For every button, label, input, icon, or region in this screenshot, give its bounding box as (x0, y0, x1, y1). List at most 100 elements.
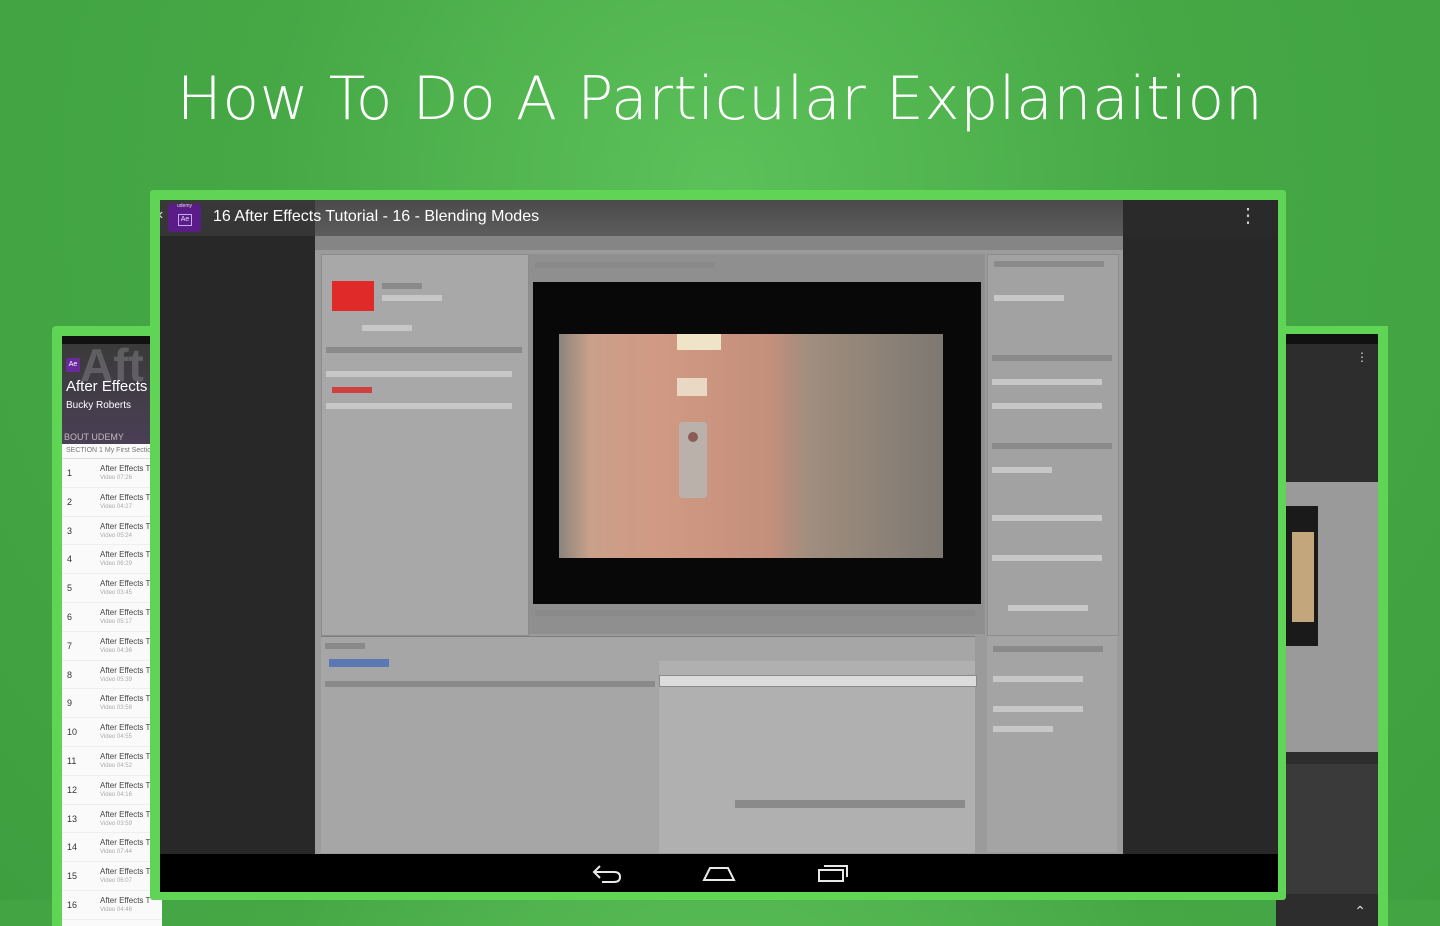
ae-panel-line (362, 325, 412, 331)
lecture-number: 16 (67, 899, 78, 910)
tab-about[interactable]: BOUT UDEMY (64, 432, 124, 442)
lecture-duration: Video 03:45 (100, 590, 132, 597)
lecture-row[interactable]: 4 After Effects T Video 06:29 (62, 545, 162, 575)
ae-timeline-panel (321, 636, 977, 853)
right-device-preview: ⋮ ⌃ (1276, 326, 1388, 926)
lecture-duration: Video 07:26 (100, 475, 132, 481)
lecture-title: After Effects T (100, 492, 151, 502)
ae-solid-thumbnail (332, 281, 374, 311)
lecture-duration: Video 05:24 (100, 532, 132, 539)
lecture-title: After Effects T (100, 723, 151, 733)
lecture-title: After Effects T (100, 521, 151, 531)
ae-panel-line (326, 403, 512, 409)
lecture-number: 6 (67, 611, 73, 622)
lecture-title: After Effects T (100, 694, 151, 704)
lecture-number: 11 (67, 755, 77, 766)
android-nav-bar (160, 854, 1278, 892)
lecture-list: 1 After Effects T Video 07:26 2 After Effect… (62, 459, 162, 920)
more-vert-icon[interactable]: ⋮ (1238, 206, 1258, 226)
ae-comp-canvas (533, 282, 981, 604)
ae-info-panel (987, 254, 1119, 636)
lecture-row[interactable]: 16 After Effects T Video 04:46 (62, 891, 162, 920)
lecture-title: After Effects T (100, 550, 151, 560)
chevron-up-icon[interactable]: ⌃ (1354, 903, 1366, 920)
lecture-duration: Video 06:07 (100, 878, 132, 885)
lecture-row[interactable]: 5 After Effects T Video 03:45 (62, 574, 162, 603)
ae-panel-line (1008, 605, 1088, 611)
ae-panel-line (994, 261, 1104, 267)
ae-panel-line (382, 295, 442, 301)
ae-logo-icon: Ae (178, 214, 192, 226)
ae-panel-line (332, 387, 372, 393)
lecture-row[interactable]: 3 After Effects T Video 05:24 (62, 517, 162, 546)
lecture-duration: Video 03:58 (100, 705, 132, 712)
ae-timeline-tab (329, 659, 389, 667)
lecture-row[interactable]: 13 After Effects T Video 03:59 (62, 805, 162, 834)
ae-layer-bar (659, 675, 977, 687)
lecture-row[interactable]: 6 After Effects T Video 05:17 (62, 603, 162, 632)
course-author: Bucky Roberts (66, 400, 132, 411)
lecture-duration: Video 05:17 (100, 618, 132, 625)
lecture-number: 14 (67, 842, 78, 853)
lecture-row[interactable]: 2 After Effects T Video 04:27 (62, 488, 162, 517)
status-bar (1276, 334, 1378, 344)
lecture-duration: Video 04:46 (100, 906, 132, 913)
lecture-row[interactable]: 15 After Effects T Video 06:07 (62, 862, 162, 891)
top-bar-right: ⋮ (1123, 200, 1278, 236)
video-player[interactable] (315, 200, 1123, 854)
ae-menu-bar (315, 236, 1123, 250)
chevron-left-icon[interactable]: ‹ (160, 206, 163, 224)
lecture-number: 8 (67, 669, 73, 680)
lecture-title: After Effects T (100, 665, 151, 675)
home-icon[interactable] (702, 862, 736, 889)
player-top-bar: ‹ udemy Ae 16 After Effects Tutorial - 1… (160, 200, 1123, 236)
ae-panel-line (992, 379, 1102, 385)
ae-panel-line (992, 403, 1102, 409)
ae-footage-image (559, 334, 943, 558)
lecture-number: 13 (67, 813, 78, 824)
left-device-preview: Aft Ae After Effects Bucky Roberts BOUT … (52, 326, 162, 926)
lecture-number: 9 (67, 698, 73, 709)
ae-panel-line (992, 355, 1112, 361)
video-title: 16 After Effects Tutorial - 16 - Blendin… (213, 208, 540, 225)
lecture-row[interactable]: 8 After Effects T Video 05:39 (62, 661, 162, 690)
lecture-title: After Effects T (100, 838, 151, 848)
lecture-row[interactable]: 1 After Effects T Video 07:26 (62, 459, 162, 488)
lecture-row[interactable]: 9 After Effects T Video 03:58 (62, 689, 162, 719)
lecture-title: After Effects T (100, 636, 151, 646)
ae-panel-line (992, 555, 1102, 561)
ae-panel-line (993, 676, 1083, 682)
lecture-duration: Video 03:59 (100, 820, 132, 827)
app-logo-icon: Ae (66, 358, 80, 372)
lecture-row[interactable]: 10 After Effects T Video 04:55 (62, 718, 162, 747)
right-device-screen: ⋮ ⌃ (1276, 334, 1378, 926)
main-device: ‹ udemy Ae 16 After Effects Tutorial - 1… (150, 190, 1286, 900)
left-device-screen: Aft Ae After Effects Bucky Roberts BOUT … (62, 336, 162, 926)
ae-footage-button (679, 422, 707, 498)
ae-panel-line (326, 371, 512, 377)
ae-effects-panel (987, 636, 1117, 852)
lecture-row[interactable]: 12 After Effects T Video 04:16 (62, 776, 162, 805)
lecture-title: After Effects T (100, 464, 151, 473)
video-thumbnail (1284, 482, 1378, 752)
ae-timeline-tracks (659, 661, 975, 853)
lecture-duration: Video 07:44 (100, 849, 132, 856)
back-icon[interactable] (590, 862, 624, 889)
ae-panel-line (994, 295, 1064, 301)
lecture-row[interactable]: 14 After Effects T Video 07:44 (62, 833, 162, 863)
lecture-number: 15 (67, 871, 78, 882)
ae-panel-line (326, 347, 522, 353)
lecture-number: 7 (67, 640, 73, 651)
lecture-title: After Effects T (100, 780, 151, 790)
app-icon[interactable]: udemy Ae (168, 203, 201, 232)
ae-scrollbar (735, 800, 965, 808)
lecture-row[interactable]: 7 After Effects T Video 04:36 (62, 632, 162, 661)
player-screen: ‹ udemy Ae 16 After Effects Tutorial - 1… (160, 200, 1278, 892)
lecture-row[interactable]: 11 After Effects T Video 04:52 (62, 747, 162, 776)
recent-apps-icon[interactable] (816, 862, 850, 889)
lecture-duration: Video 04:36 (100, 647, 132, 654)
course-header: Aft Ae After Effects Bucky Roberts BOUT … (62, 344, 162, 444)
more-vert-icon[interactable]: ⋮ (1356, 350, 1368, 364)
lecture-number: 12 (67, 784, 78, 795)
ae-footage-plaque (677, 378, 707, 396)
